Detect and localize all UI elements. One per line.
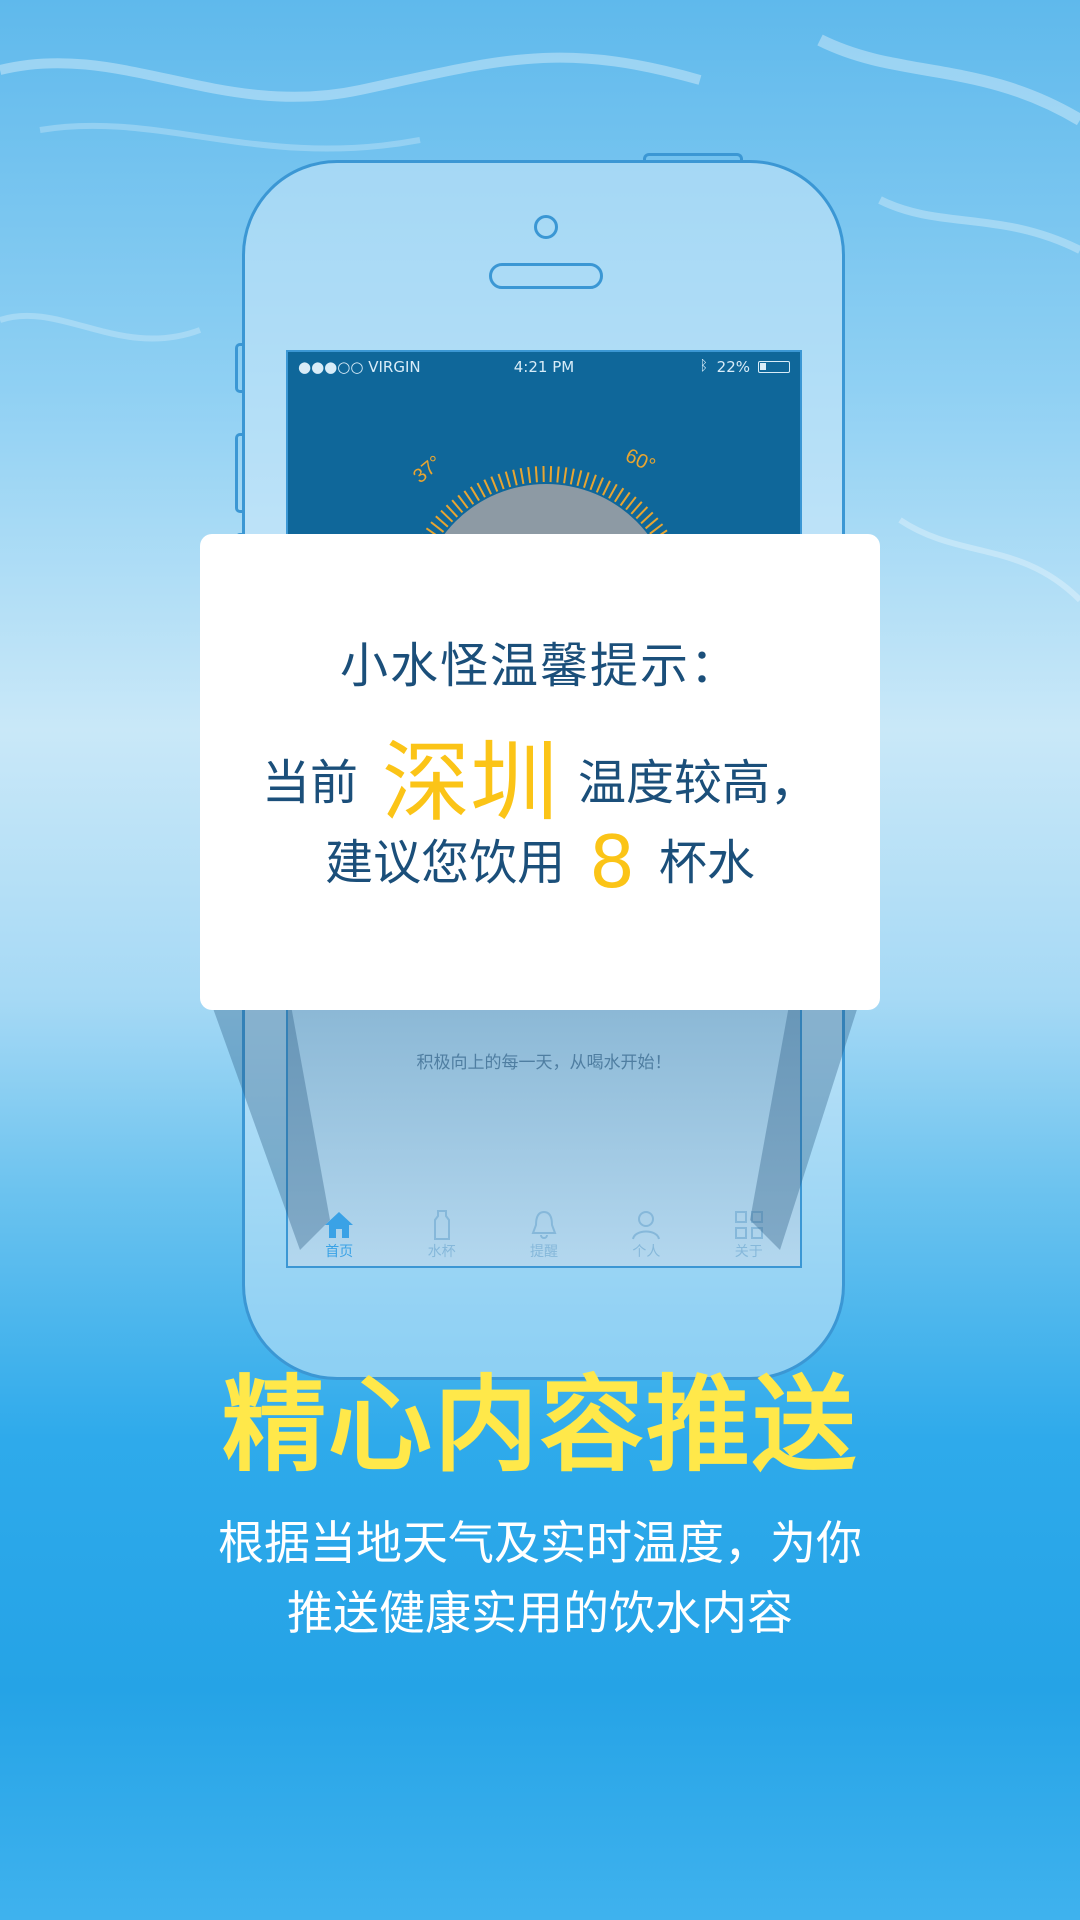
advice-prefix: 建议您饮用 [325, 835, 566, 891]
city-name: 深圳 [381, 731, 558, 834]
headline: 精心内容推送 [221, 1364, 858, 1486]
tab-reminder[interactable]: 提醒 [504, 1209, 584, 1261]
gauge-right-label: 60° [622, 445, 659, 478]
tab-about-label: 关于 [734, 1244, 763, 1260]
earpiece [489, 263, 603, 289]
gauge-tick [649, 523, 664, 535]
power-button [643, 153, 743, 163]
gauge-tick [527, 466, 532, 484]
advice-line: 建议您饮用 8 杯水 [200, 820, 880, 904]
tab-profile[interactable]: 个人 [606, 1209, 686, 1261]
gauge-tick [534, 466, 538, 483]
gauge-tick [556, 466, 560, 483]
gauge-tick [451, 499, 464, 514]
gauge-tick [435, 515, 449, 528]
gauge-tick [602, 480, 611, 496]
gauge-tick [576, 470, 583, 487]
gauge-tick [608, 483, 618, 499]
gauge-tick [563, 467, 568, 484]
gauge-tick [595, 477, 604, 493]
tab-about[interactable]: 关于 [709, 1209, 789, 1261]
gauge-tick [635, 506, 649, 520]
gauge-tick [619, 491, 631, 507]
gauge-tick [630, 501, 643, 515]
gauge-tick [625, 496, 637, 511]
gauge-tick [490, 476, 499, 492]
tab-bar: 首页 水杯 提醒 个人 关于 [288, 1202, 800, 1266]
gauge-left-label: 37° [409, 452, 446, 488]
front-camera [534, 215, 558, 239]
gauge-tick [512, 469, 518, 486]
gauge-tick [497, 473, 505, 490]
gauge-tick [463, 490, 475, 505]
gauge-tick [476, 482, 486, 498]
temperature-suffix: 温度较高， [578, 755, 819, 811]
gauge-tick [483, 479, 492, 495]
gauge-tick [549, 466, 553, 483]
gauge-tick [504, 471, 512, 488]
tab-reminder-label: 提醒 [529, 1244, 558, 1260]
bluetooth-icon: ᛒ [699, 358, 708, 374]
tab-bottle-label: 水杯 [427, 1244, 456, 1260]
gauge-tick [440, 509, 454, 523]
status-bar: ●●●○○ VIRGIN 4:21 PM ᛒ 22% [288, 352, 800, 382]
tip-card: 小水怪温馨提示： 当前 深圳 温度较高， 建议您饮用 8 杯水 [200, 534, 880, 1010]
gauge-tick [640, 511, 654, 525]
gauge-tick [583, 472, 590, 488]
gauge-tick [614, 487, 625, 503]
gauge-tick [469, 486, 480, 502]
description: 根据当地天气及实时温度，为你 推送健康实用的饮水内容 [0, 1508, 1080, 1648]
tab-home-label: 首页 [325, 1244, 354, 1260]
home-icon [325, 1212, 354, 1238]
gauge-tick [569, 468, 575, 485]
gauge-tick [457, 494, 469, 509]
gauge-tick [589, 474, 597, 491]
description-line-1: 根据当地天气及实时温度，为你 [218, 1516, 862, 1570]
gauge-tick [430, 521, 445, 533]
mute-switch [235, 343, 245, 393]
tab-bottle[interactable]: 水杯 [402, 1209, 482, 1261]
person-icon [632, 1211, 661, 1240]
volume-up-button [235, 433, 245, 513]
tip-title: 小水怪温馨提示： [339, 638, 740, 694]
slogan-text: 积极向上的每一天，从喝水开始！ [416, 1053, 672, 1073]
gauge-tick [644, 517, 659, 530]
bell-icon [531, 1210, 557, 1239]
grid-icon [734, 1211, 763, 1239]
tab-profile-label: 个人 [632, 1244, 661, 1260]
battery-percent: 22% [716, 358, 750, 376]
cups-count: 8 [589, 820, 635, 904]
tab-home[interactable]: 首页 [299, 1209, 379, 1261]
gauge-tick [519, 468, 525, 485]
bottle-icon [433, 1210, 450, 1240]
gauge-tick [445, 504, 459, 518]
description-line-2: 推送健康实用的饮水内容 [287, 1586, 793, 1640]
battery-icon [758, 361, 790, 373]
current-prefix: 当前 [261, 755, 358, 811]
advice-suffix: 杯水 [658, 835, 755, 891]
